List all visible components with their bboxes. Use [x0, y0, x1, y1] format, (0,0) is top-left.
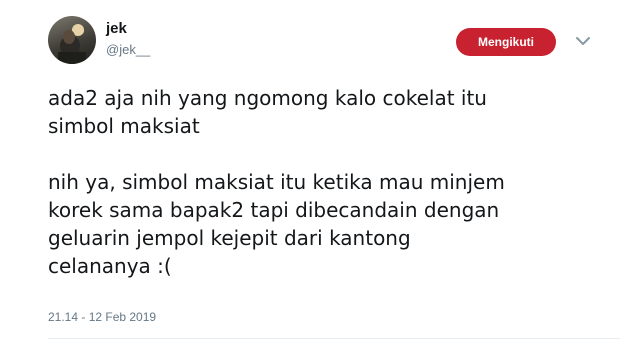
tweet-paragraph-2: nih ya, simbol maksiat itu ketika mau mi… — [48, 170, 505, 278]
user-handle[interactable]: @jek__ — [106, 42, 150, 57]
avatar[interactable] — [48, 16, 96, 64]
chevron-down-icon[interactable] — [576, 36, 590, 46]
divider — [48, 338, 620, 339]
tweet-header: jek @jek__ Mengikuti — [48, 16, 640, 72]
avatar-photo — [58, 24, 86, 64]
following-button[interactable]: Mengikuti — [456, 28, 556, 56]
tweet-paragraph-1: ada2 aja nih yang ngomong kalo cokelat i… — [48, 86, 487, 138]
tweet-timestamp[interactable]: 21.14 - 12 Feb 2019 — [48, 310, 156, 324]
display-name[interactable]: jek — [106, 20, 127, 37]
tweet-text: ada2 aja nih yang ngomong kalo cokelat i… — [48, 84, 618, 280]
